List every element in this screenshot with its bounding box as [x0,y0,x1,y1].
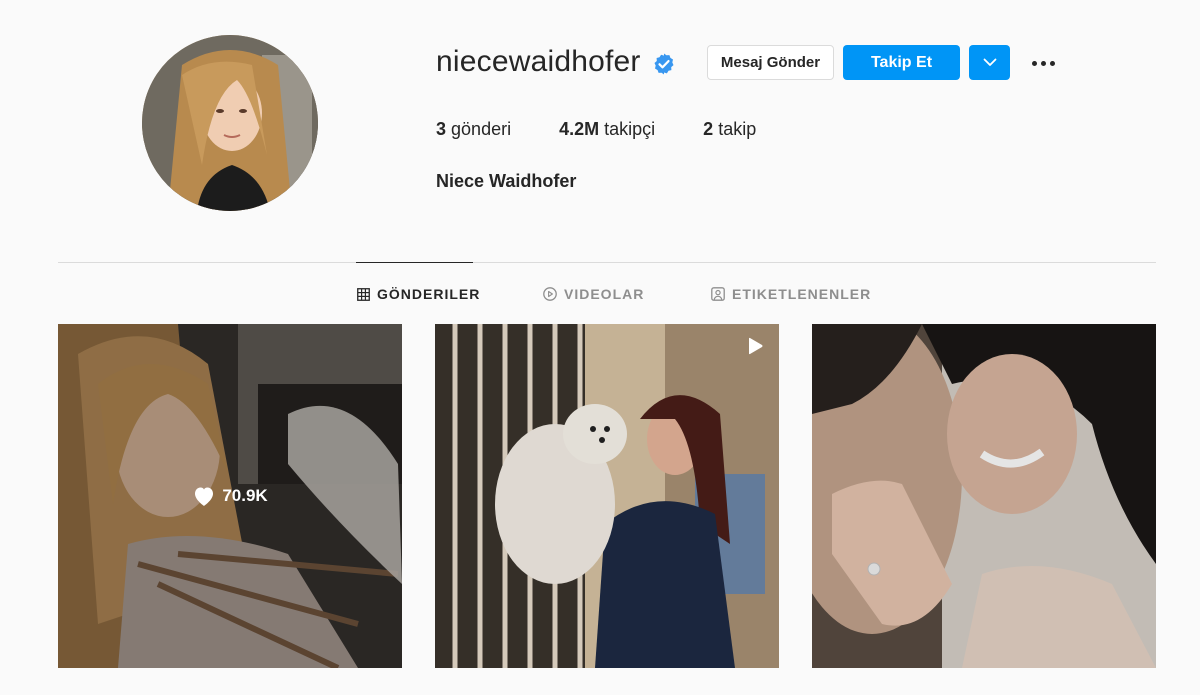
suggested-dropdown-button[interactable] [969,45,1010,80]
following-stat[interactable]: 2 takip [703,119,756,140]
posts-stat: 3 gönderi [436,119,511,140]
followers-count: 4.2M [559,119,600,139]
tab-posts-label: GÖNDERILER [377,286,481,302]
video-indicator-icon [749,337,763,355]
profile-avatar[interactable] [142,35,318,211]
verified-badge-icon [654,53,674,75]
heart-icon [195,487,214,506]
active-tab-indicator [356,262,473,263]
likes-overlay: 70.9K [58,485,402,507]
profile-stats: 3 gönderi 4.2M takipçi 2 takip [436,119,756,140]
post-tile-2[interactable] [435,324,779,668]
full-name: Niece Waidhofer [436,171,577,191]
message-button[interactable]: Mesaj Gönder [707,45,834,80]
tabs-divider [58,262,1156,263]
username: niecewaidhofer [436,45,641,78]
followers-label: takipçi [604,119,656,139]
follow-button[interactable]: Takip Et [843,45,960,80]
likes-count: 70.9K [222,486,268,505]
post-tile-1[interactable]: 70.9K [58,324,402,668]
chevron-down-icon [983,58,996,66]
followers-stat[interactable]: 4.2M takipçi [559,119,655,140]
profile-page: niecewaidhofer Mesaj Gönder Takip Et 3 g… [0,0,1200,695]
grid-icon [357,287,370,301]
tab-videos[interactable]: VIDEOLAR [543,286,644,302]
post-tile-3[interactable] [812,324,1156,668]
avatar-photo [142,35,318,211]
tab-posts[interactable]: GÖNDERILER [357,286,480,302]
following-label: takip [718,119,757,139]
tagged-user-icon [711,287,725,301]
play-circle-icon [543,287,557,301]
post-2-image [435,324,779,668]
more-options-icon[interactable] [1028,50,1058,76]
tab-tagged[interactable]: ETIKETLENENLER [711,286,871,302]
post-3-image [812,324,1156,668]
following-count: 2 [703,119,714,139]
tab-tagged-label: ETIKETLENENLER [732,286,872,302]
posts-count: 3 [436,119,447,139]
posts-label: gönderi [451,119,512,139]
tab-videos-label: VIDEOLAR [564,286,645,302]
